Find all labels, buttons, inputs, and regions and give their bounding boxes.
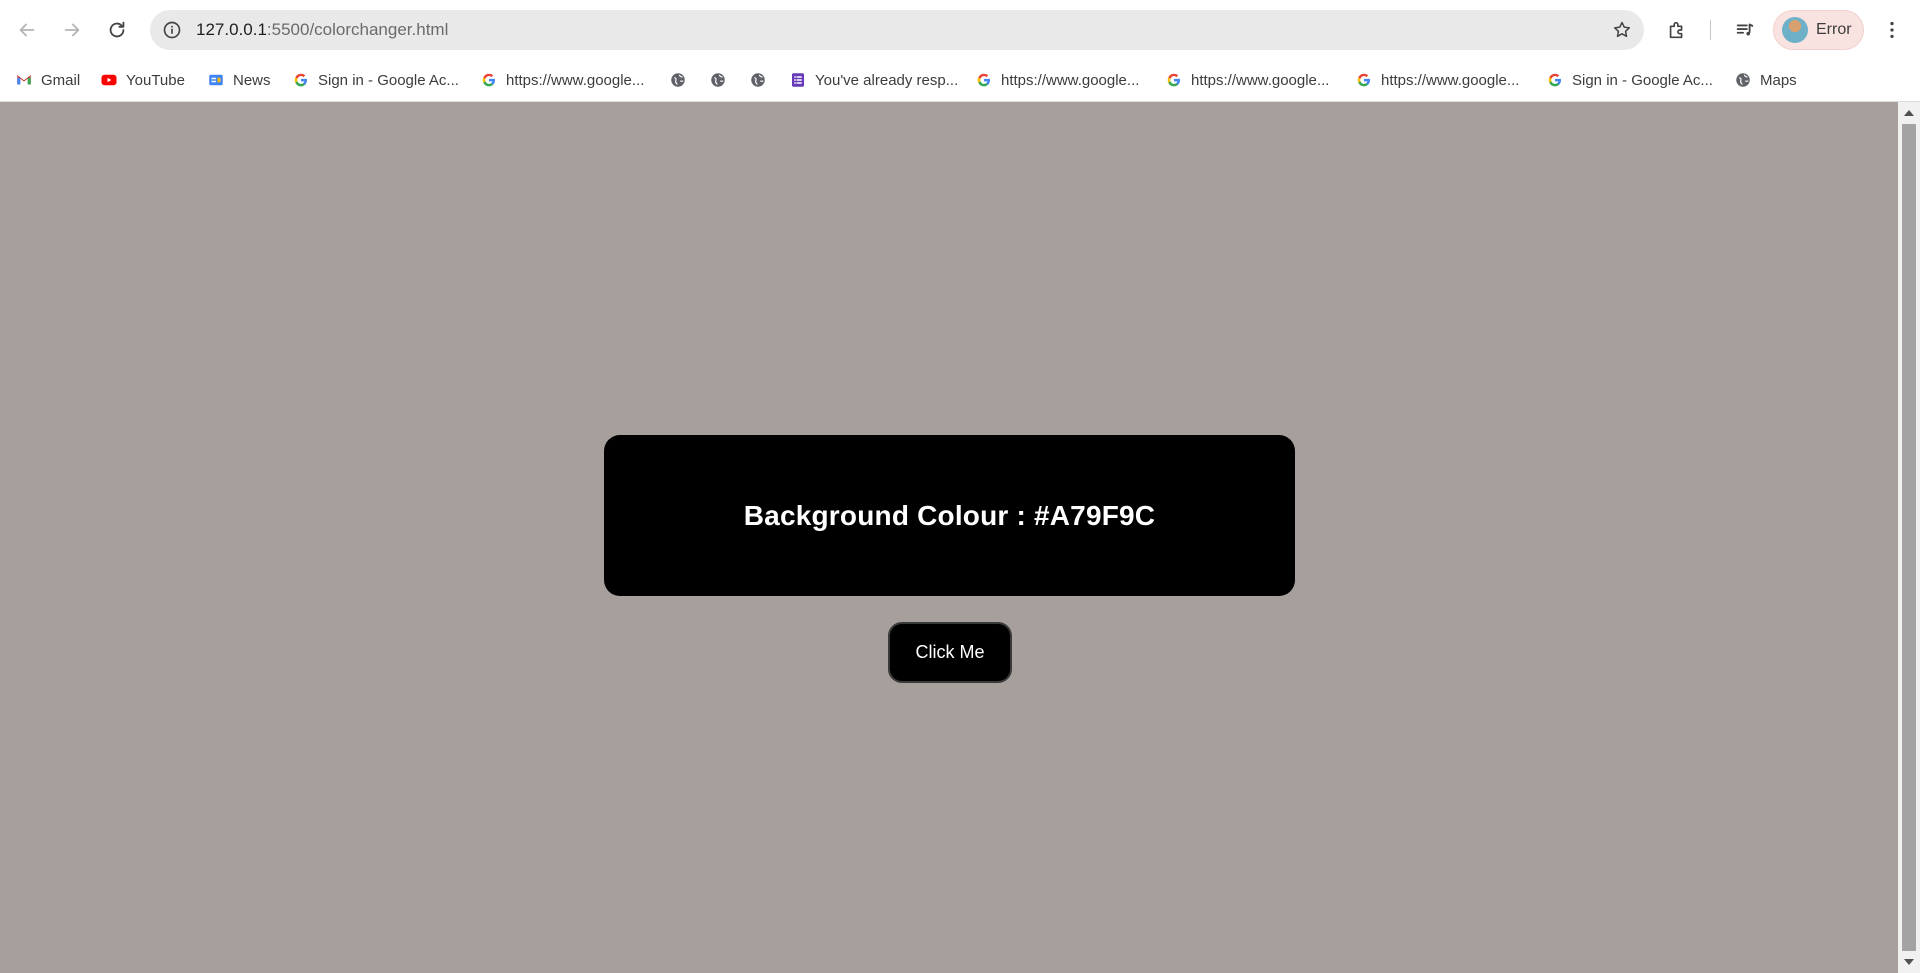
- click-me-button[interactable]: Click Me: [888, 622, 1012, 683]
- youtube-icon: [100, 71, 118, 89]
- avatar: [1782, 17, 1808, 43]
- reload-button[interactable]: [99, 12, 135, 48]
- back-button[interactable]: [9, 12, 45, 48]
- globe-icon: [669, 71, 687, 89]
- color-display-card: Background Colour : #A79F9C: [604, 435, 1295, 596]
- background-colour-text: Background Colour : #A79F9C: [743, 499, 1156, 531]
- profile-label: Error: [1816, 21, 1852, 38]
- bookmark-sign-in-google-2[interactable]: Sign in - Google Ac...: [1546, 68, 1713, 92]
- reload-icon: [109, 21, 125, 38]
- bookmark-globe-2[interactable]: [709, 68, 735, 92]
- bookmark-label: https://www.google...: [1191, 71, 1330, 89]
- bookmark-youtube[interactable]: YouTube: [100, 68, 185, 92]
- bookmark-label: https://www.google...: [1381, 71, 1520, 89]
- forward-button[interactable]: [54, 12, 90, 48]
- extensions-icon[interactable]: [1661, 14, 1693, 46]
- google-icon: [1355, 71, 1373, 89]
- google-forms-icon: [789, 71, 807, 89]
- google-icon: [1165, 71, 1183, 89]
- bookmark-label: https://www.google...: [1001, 71, 1140, 89]
- google-news-icon: [207, 71, 225, 89]
- bookmark-google-forms[interactable]: You've already resp...: [789, 68, 958, 92]
- bookmark-label: YouTube: [126, 71, 185, 89]
- bookmark-star-icon[interactable]: [1610, 18, 1634, 42]
- bookmark-google-url-2[interactable]: https://www.google...: [975, 68, 1139, 92]
- menu-kebab-icon[interactable]: [1876, 14, 1908, 46]
- bookmark-globe-1[interactable]: [669, 68, 695, 92]
- site-info-icon[interactable]: [160, 18, 184, 42]
- toolbar-divider: [1710, 20, 1711, 40]
- globe-icon: [709, 71, 727, 89]
- globe-icon: [749, 71, 767, 89]
- scroll-up-arrow-icon[interactable]: [1904, 110, 1914, 116]
- url-text[interactable]: 127.0.0.1:5500/colorchanger.html: [196, 20, 448, 40]
- google-icon: [975, 71, 993, 89]
- bookmark-google-url-4[interactable]: https://www.google...: [1355, 68, 1519, 92]
- bookmark-label: Sign in - Google Ac...: [318, 71, 459, 89]
- google-icon: [1546, 71, 1564, 89]
- profile-button[interactable]: Error: [1773, 10, 1864, 50]
- bookmark-label: You've already resp...: [815, 71, 959, 89]
- bookmark-sign-in-google[interactable]: Sign in - Google Ac...: [292, 68, 459, 92]
- globe-icon: [1734, 71, 1752, 89]
- scroll-down-arrow-icon[interactable]: [1904, 959, 1914, 965]
- url-path: :5500/colorchanger.html: [266, 20, 449, 39]
- arrow-right-icon: [64, 23, 80, 37]
- bookmark-news[interactable]: News: [207, 68, 271, 92]
- google-icon: [292, 71, 310, 89]
- bookmark-globe-3[interactable]: [749, 68, 775, 92]
- bookmarks-bar: Gmail YouTube News Sign in - Google Ac..…: [0, 59, 1920, 102]
- bookmark-google-url-3[interactable]: https://www.google...: [1165, 68, 1329, 92]
- vertical-scrollbar[interactable]: [1898, 102, 1920, 973]
- bookmark-label: Gmail: [41, 71, 81, 89]
- scrollbar-thumb[interactable]: [1902, 124, 1916, 951]
- bookmark-label: Maps: [1760, 71, 1797, 89]
- bookmark-label: https://www.google...: [506, 71, 645, 89]
- media-control-icon[interactable]: [1729, 14, 1761, 46]
- bookmark-maps[interactable]: Maps: [1734, 68, 1797, 92]
- bookmark-gmail[interactable]: Gmail: [15, 68, 80, 92]
- url-host: 127.0.0.1: [196, 20, 267, 39]
- bookmark-google-url-1[interactable]: https://www.google...: [480, 68, 644, 92]
- bookmark-label: News: [233, 71, 271, 89]
- browser-toolbar: 127.0.0.1:5500/colorchanger.html Error: [0, 0, 1920, 59]
- bookmark-label: Sign in - Google Ac...: [1572, 71, 1713, 89]
- arrow-left-icon: [19, 23, 35, 37]
- google-icon: [480, 71, 498, 89]
- gmail-icon: [15, 71, 33, 89]
- address-bar[interactable]: 127.0.0.1:5500/colorchanger.html: [150, 10, 1644, 50]
